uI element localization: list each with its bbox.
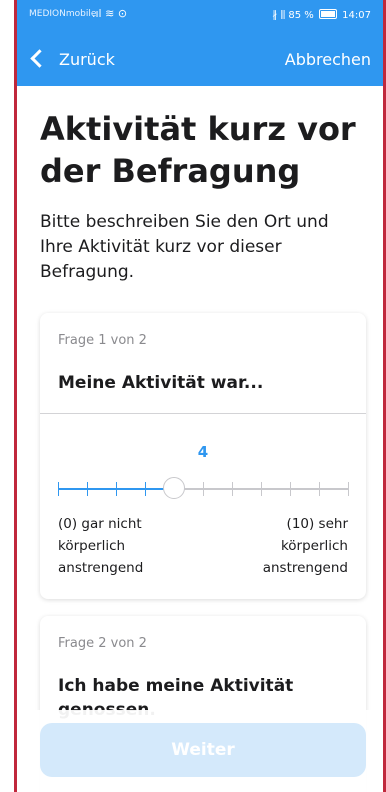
slider-tick (290, 482, 291, 496)
slider-tick (58, 482, 59, 496)
slider-tick (261, 482, 262, 496)
slider-tick (203, 482, 204, 496)
phone-frame: MEDIONmobile .ıl ≋ ⊙ ∦ ⫼ 85 % 14:07 Zurü… (14, 0, 386, 792)
footer-bar: Weiter (17, 710, 383, 792)
slider-min-label-text: (0) gar nicht körperlich anstrengend (58, 516, 144, 576)
slider-tick (232, 482, 233, 496)
question-card: Frage 1 von 2 Meine Aktivität war... 4 (… (40, 313, 366, 599)
slider-thumb[interactable] (163, 477, 185, 499)
slider-min-label: (0) gar nicht körperlich anstrengend (58, 513, 143, 579)
signal-wifi-icon: .ıl ≋ ⊙ (92, 7, 128, 20)
survey-content: Aktivität kurz vor der Befragung Bitte b… (17, 86, 383, 792)
slider-tick (145, 482, 146, 496)
slider-tick (87, 482, 88, 496)
battery-icon (318, 9, 337, 19)
activity-slider[interactable] (58, 477, 349, 501)
question-text: Meine Aktivität war... (58, 373, 264, 393)
status-bar: MEDIONmobile .ıl ≋ ⊙ ∦ ⫼ 85 % 14:07 (17, 0, 383, 34)
back-button[interactable]: Zurück (59, 50, 115, 69)
chevron-left-icon[interactable] (30, 49, 49, 68)
slider-max-label-text: (10) sehr körperlich anstrengend (262, 516, 348, 576)
navigation-bar: Zurück Abbrechen (17, 34, 383, 86)
page-intro: Bitte beschreiben Sie den Ort und Ihre A… (40, 212, 329, 282)
status-right: ∦ ⫼ 85 % 14:07 (272, 9, 371, 21)
divider (40, 413, 366, 414)
page-title: Aktivität kurz vor der Befragung (40, 110, 356, 190)
carrier-name: MEDIONmobile (29, 9, 97, 19)
question-counter: Frage 1 von 2 (58, 333, 147, 348)
question-counter: Frage 2 von 2 (58, 636, 147, 651)
slider-tick (348, 482, 349, 496)
slider-tick (116, 482, 117, 496)
slider-value: 4 (197, 443, 209, 461)
slider-max-label: (10) sehr körperlich anstrengend (263, 513, 348, 579)
slider-tick (319, 482, 320, 496)
cancel-button[interactable]: Abbrechen (285, 50, 371, 69)
next-button[interactable]: Weiter (40, 723, 366, 777)
status-indicators: ∦ ⫼ 85 % (272, 10, 314, 21)
status-time: 14:07 (342, 10, 371, 21)
